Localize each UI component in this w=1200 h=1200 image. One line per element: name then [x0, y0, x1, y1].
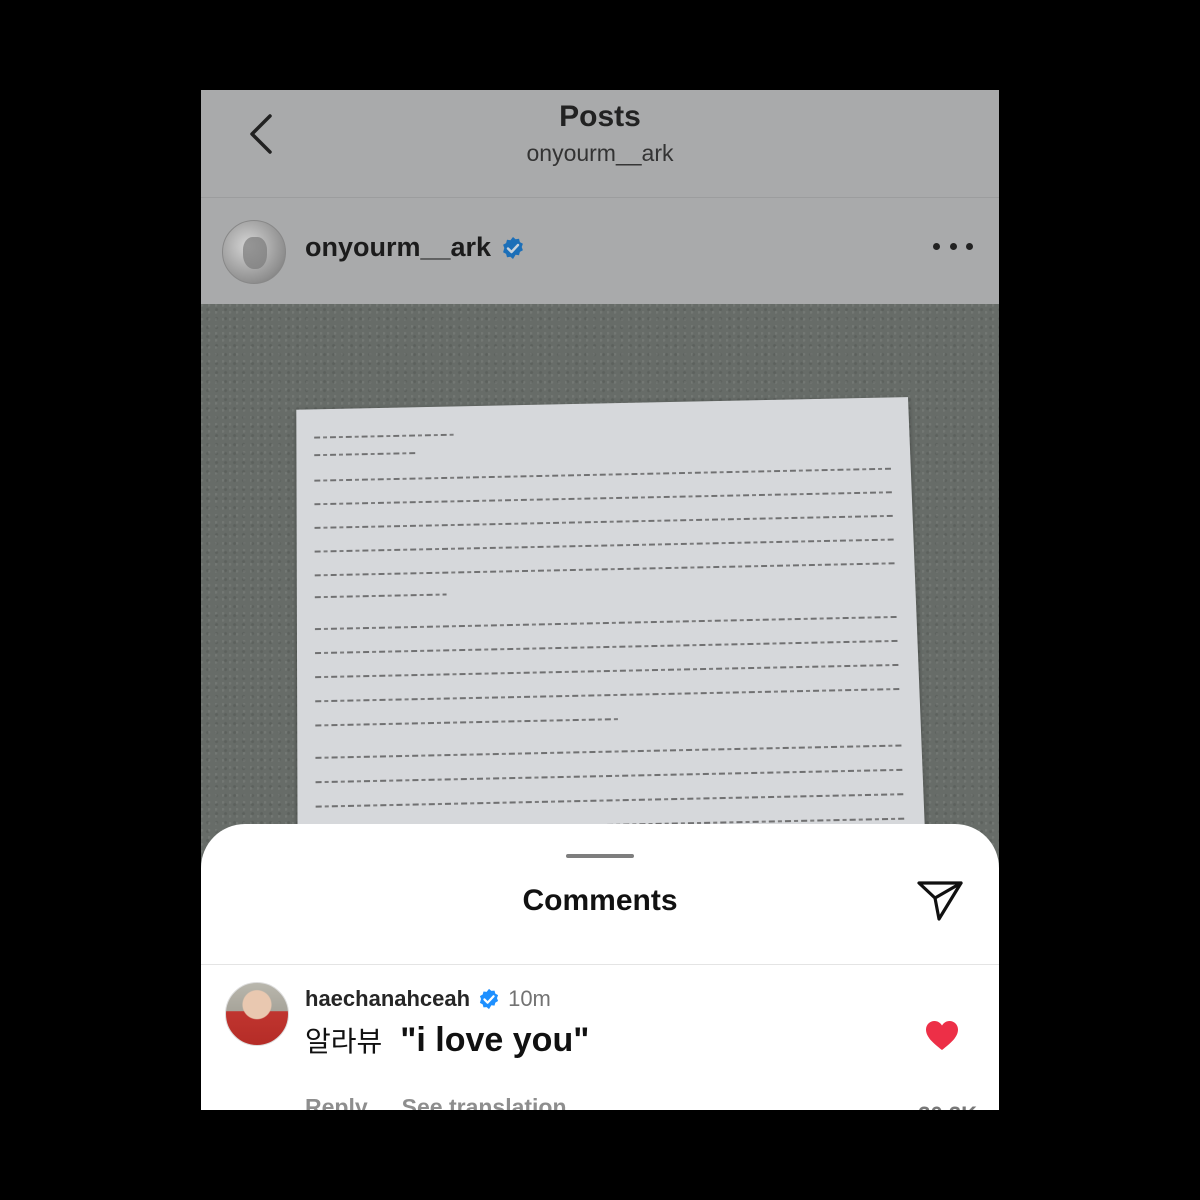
- handwritten-letter-image: [296, 397, 926, 870]
- comment-actions: Reply See translation: [305, 1094, 567, 1110]
- reply-button[interactable]: Reply: [305, 1094, 368, 1110]
- more-options-button[interactable]: [933, 234, 973, 258]
- sheet-grabber[interactable]: [566, 854, 634, 858]
- comment-timestamp: 10m: [508, 986, 551, 1011]
- page-subtitle: onyourm__ark: [526, 140, 674, 166]
- see-translation-button[interactable]: See translation: [402, 1094, 567, 1110]
- post-header: onyourm__ark: [201, 198, 999, 304]
- post-author-name: onyourm__ark: [305, 232, 492, 262]
- like-count: 30,3K: [918, 1102, 977, 1110]
- comments-sheet: Comments haechanahceah 10m 알라뷰 "i love y…: [201, 824, 999, 1110]
- commenter-avatar[interactable]: [225, 982, 289, 1046]
- post-author[interactable]: onyourm__ark: [305, 232, 525, 263]
- sheet-divider: [201, 964, 999, 965]
- comment-text-quote: "i love you": [400, 1021, 590, 1059]
- page-title: Posts: [559, 100, 641, 133]
- verified-badge-icon: [503, 236, 523, 259]
- heart-icon[interactable]: [925, 1020, 959, 1052]
- comments-title: Comments: [522, 884, 678, 917]
- comment-header: haechanahceah 10m: [305, 986, 551, 1012]
- comment-body: 알라뷰 "i love you": [305, 1020, 589, 1060]
- verified-badge-icon: [480, 988, 499, 1010]
- commenter-username[interactable]: haechanahceah: [305, 986, 470, 1012]
- comment-text-korean: 알라뷰: [305, 1026, 383, 1057]
- phone-screen: Posts onyourm__ark onyourm__ark Comments…: [201, 90, 999, 1110]
- send-icon[interactable]: [915, 878, 965, 924]
- top-navigation-bar: Posts onyourm__ark: [201, 90, 999, 198]
- post-author-avatar[interactable]: [222, 220, 286, 284]
- more-options-icon: [933, 242, 940, 250]
